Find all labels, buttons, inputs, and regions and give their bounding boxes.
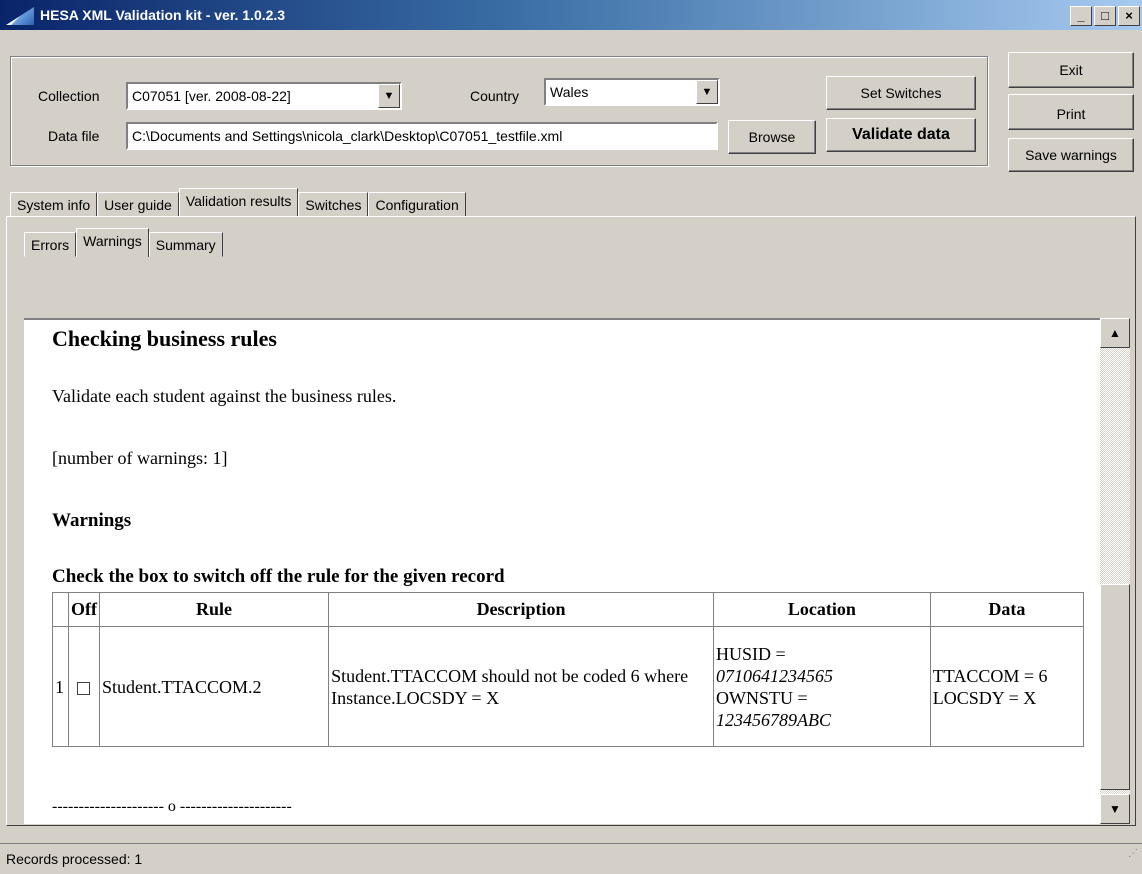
warnings-table: Off Rule Description Location Data 1 Stu… (52, 592, 1085, 747)
status-bar: Records processed: 1 ⋰ (0, 843, 1142, 873)
scroll-up-icon[interactable]: ▲ (1100, 318, 1130, 348)
resize-grip-icon[interactable]: ⋰ (1128, 839, 1138, 869)
tab-configuration[interactable]: Configuration (368, 192, 466, 217)
save-warnings-button[interactable]: Save warnings (1008, 138, 1134, 172)
report-description: Validate each student against the busine… (52, 386, 397, 406)
switch-off-checkbox[interactable] (77, 681, 91, 695)
husid-value: 0710641234565 (716, 665, 834, 686)
browse-button[interactable]: Browse (728, 120, 816, 154)
country-value: Wales (550, 84, 589, 100)
data-cell: TTACCOM = 6 LOCSDY = X (929, 626, 1085, 747)
ownstu-value: 123456789ABC (716, 709, 832, 730)
row-number: 1 (52, 626, 69, 747)
collection-value: C07051 [ver. 2008-08-22] (132, 88, 291, 104)
scroll-thumb[interactable] (1100, 584, 1130, 790)
col-location: Location (713, 592, 931, 627)
tab-validation-results[interactable]: Validation results (178, 188, 299, 217)
chevron-down-icon[interactable]: ▼ (378, 84, 400, 108)
datafile-input[interactable]: C:\Documents and Settings\nicola_clark\D… (126, 122, 718, 150)
set-switches-button[interactable]: Set Switches (826, 76, 976, 110)
window-title: HESA XML Validation kit - ver. 1.0.2.3 (40, 7, 286, 23)
table-header-row: Off Rule Description Location Data (52, 592, 1085, 627)
exit-button[interactable]: Exit (1008, 52, 1134, 88)
divider: --------------------- o ----------------… (52, 798, 292, 815)
report-view[interactable]: Checking business rules Validate each st… (24, 318, 1100, 824)
validate-data-button[interactable]: Validate data (826, 118, 976, 152)
col-description: Description (328, 592, 715, 627)
vertical-scrollbar[interactable]: ▲ ▼ (1100, 318, 1130, 824)
location-cell: HUSID = 0710641234565 OWNSTU = 123456789… (713, 626, 931, 747)
title-bar: HESA XML Validation kit - ver. 1.0.2.3 _… (0, 0, 1142, 30)
sub-tabs: Errors Warnings Summary (24, 228, 223, 257)
tab-warnings[interactable]: Warnings (76, 228, 149, 257)
table-row: 1 Student.TTACCOM.2 Student.TTACCOM shou… (52, 626, 1085, 747)
chevron-down-icon[interactable]: ▼ (696, 80, 718, 104)
collection-label: Collection (38, 88, 100, 104)
col-number (52, 592, 69, 627)
report-heading: Checking business rules (52, 326, 277, 351)
tab-errors[interactable]: Errors (24, 232, 77, 257)
col-data: Data (929, 592, 1085, 627)
country-select[interactable]: Wales ▼ (544, 78, 720, 106)
datafile-label: Data file (48, 128, 100, 144)
col-rule: Rule (98, 592, 330, 627)
maximize-button[interactable]: □ (1094, 6, 1116, 26)
ownstu-label: OWNSTU = (716, 687, 808, 708)
instruction-text: Check the box to switch off the rule for… (52, 566, 505, 587)
tab-system-info[interactable]: System info (10, 192, 98, 217)
husid-label: HUSID = (716, 643, 786, 664)
warnings-heading: Warnings (52, 510, 132, 531)
switch-off-cell (67, 626, 100, 747)
collection-select[interactable]: C07051 [ver. 2008-08-22] ▼ (126, 82, 402, 110)
minimize-button[interactable]: _ (1070, 6, 1092, 26)
tab-summary[interactable]: Summary (148, 232, 223, 257)
country-label: Country (470, 88, 520, 104)
description-cell: Student.TTACCOM should not be coded 6 wh… (328, 626, 715, 747)
main-tabs: System info User guide Validation result… (10, 188, 466, 217)
app-icon (6, 7, 34, 25)
close-button[interactable]: × (1118, 6, 1140, 26)
tab-user-guide[interactable]: User guide (97, 192, 179, 217)
tab-switches[interactable]: Switches (298, 192, 369, 217)
warning-count: [number of warnings: 1] (52, 448, 228, 468)
status-text: Records processed: 1 (6, 851, 143, 867)
rule-cell: Student.TTACCOM.2 (98, 626, 330, 747)
print-button[interactable]: Print (1008, 94, 1134, 130)
scroll-down-icon[interactable]: ▼ (1100, 794, 1130, 824)
col-off: Off (67, 592, 100, 627)
